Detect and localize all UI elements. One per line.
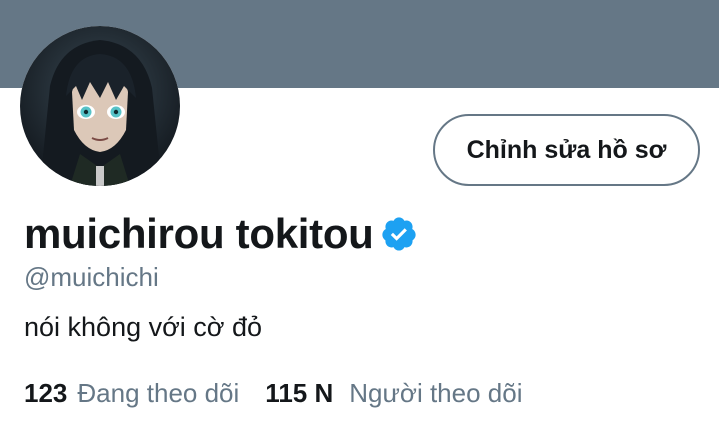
following-label: Đang theo dõi — [77, 378, 240, 408]
followers-count: 115 N — [265, 378, 334, 408]
display-name: muichirou tokitou — [24, 210, 374, 257]
followers-label: Người theo dõi — [349, 378, 523, 408]
avatar[interactable] — [20, 26, 180, 186]
profile-header: Chỉnh sửa hồ sơ muichirou tokitou @muich… — [0, 0, 719, 426]
profile-handle: @muichichi — [24, 262, 159, 292]
following-stat[interactable]: 123 Đang theo dõi — [24, 378, 239, 409]
profile-stats: 123 Đang theo dõi 115 N Người theo dõi — [24, 378, 522, 409]
edit-profile-button[interactable]: Chỉnh sửa hồ sơ — [433, 114, 700, 186]
name-row: muichirou tokitou — [24, 206, 418, 262]
verified-badge-icon — [380, 215, 418, 258]
profile-bio: nói không với cờ đỏ — [24, 312, 263, 342]
following-count: 123 — [24, 378, 68, 408]
followers-stat[interactable]: 115 N Người theo dõi — [265, 378, 522, 409]
avatar-image — [20, 26, 180, 186]
